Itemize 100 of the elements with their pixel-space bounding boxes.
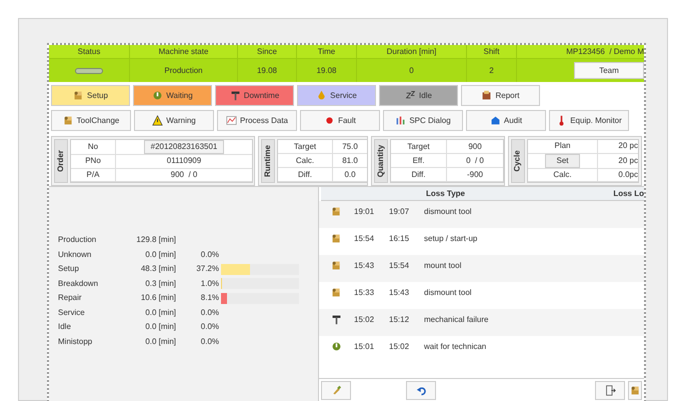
table-cell-text: dismount tool bbox=[424, 206, 473, 218]
stat-percent: 0.0% bbox=[200, 321, 220, 334]
state-button[interactable]: Idle bbox=[379, 85, 458, 106]
action-button[interactable]: Audit bbox=[466, 110, 546, 131]
table-cell-text: 15:01 bbox=[354, 341, 376, 353]
field-value: 81.0 bbox=[342, 154, 358, 166]
toolbox-icon bbox=[331, 206, 342, 217]
action-button[interactable]: Fault bbox=[300, 110, 380, 131]
state-button[interactable]: Setup bbox=[51, 85, 130, 106]
table-cell-text: 15:33 bbox=[354, 287, 376, 299]
state-button[interactable]: Report bbox=[461, 85, 540, 106]
stat-label: Unknown bbox=[58, 248, 92, 261]
team-button[interactable]: Team bbox=[574, 62, 644, 79]
field-label: P/A bbox=[86, 168, 100, 181]
bar-chart-icon bbox=[395, 115, 406, 126]
field-value: 0.0pc bbox=[618, 168, 638, 181]
stat-percent: 8.1% bbox=[200, 292, 220, 304]
status-value: 2 bbox=[489, 64, 494, 76]
table-cell-text: 15:02 bbox=[354, 314, 376, 326]
stat-label: Ministopp bbox=[58, 336, 94, 348]
toolbox-icon bbox=[331, 287, 342, 298]
table-cell-text: 15:54 bbox=[354, 233, 376, 245]
warning-icon bbox=[152, 115, 164, 126]
table-cell-text: mount tool bbox=[424, 260, 462, 272]
dot-icon bbox=[324, 115, 336, 126]
action-button[interactable]: Process Data bbox=[217, 110, 297, 131]
field-label: Calc. bbox=[553, 168, 572, 181]
table-cell-text: 15:43 bbox=[389, 287, 410, 299]
table-cell-text: 19:01 bbox=[354, 206, 376, 218]
stat-label: Idle bbox=[58, 321, 72, 334]
toolbar-button[interactable] bbox=[406, 381, 436, 400]
stat-duration: 48.3 [min] bbox=[140, 263, 176, 276]
action-button[interactable]: ToolChange bbox=[51, 110, 131, 131]
field-value: 75.0 bbox=[342, 140, 358, 152]
undo-icon bbox=[416, 385, 426, 396]
stat-percent: 0.0% bbox=[200, 336, 220, 348]
stat-duration: 0.0 [min] bbox=[144, 248, 176, 261]
oil-drop-icon bbox=[316, 90, 328, 101]
state-button[interactable]: Waiting bbox=[133, 85, 212, 106]
state-button[interactable]: Service bbox=[297, 85, 376, 106]
status-value: Production bbox=[164, 64, 203, 76]
state-button[interactable]: Downtime bbox=[215, 85, 294, 106]
field-label: PNo bbox=[85, 155, 101, 168]
stat-label: Repair bbox=[58, 292, 83, 304]
stat-percent: 0.0% bbox=[200, 248, 220, 261]
field-label: Calc. bbox=[296, 154, 314, 166]
panel-title: Order bbox=[55, 150, 66, 172]
field-value: 01110909 bbox=[166, 155, 202, 168]
stat-duration: 0.0 [min] bbox=[144, 336, 176, 348]
stat-duration: 10.6 [min] bbox=[140, 292, 176, 304]
column-header: Loss Lo bbox=[613, 188, 644, 200]
table-cell-text: wait for technican bbox=[424, 341, 488, 353]
house-icon bbox=[490, 115, 501, 126]
column-header: Loss Type bbox=[426, 188, 466, 200]
toolbox-icon bbox=[73, 90, 84, 101]
field-label: Target bbox=[294, 140, 316, 152]
table-cell-text: dismount tool bbox=[424, 287, 473, 299]
action-button[interactable]: Warning bbox=[134, 110, 214, 131]
panel-title: Cycle bbox=[512, 150, 523, 172]
stat-duration: 0.0 [min] bbox=[144, 306, 176, 319]
status-value: 0 bbox=[409, 64, 414, 76]
order-number-button[interactable]: #20120823163501 bbox=[144, 140, 224, 154]
status-value: 19.08 bbox=[256, 64, 278, 76]
toolbar-button[interactable] bbox=[628, 381, 642, 400]
field-value: 900 / 0 bbox=[170, 168, 198, 181]
stat-duration: 0.3 [min] bbox=[144, 278, 176, 290]
sleep-icon bbox=[405, 90, 416, 101]
stat-percent: 0.0% bbox=[200, 306, 220, 319]
field-value: 20 pc bbox=[618, 154, 638, 166]
table-cell-text: 16:15 bbox=[389, 233, 410, 245]
action-button[interactable]: Equip. Monitor bbox=[549, 110, 629, 131]
field-label: Diff. bbox=[298, 168, 312, 180]
exit-icon bbox=[604, 385, 616, 396]
toolbox-icon bbox=[331, 233, 342, 244]
table-cell-text: 19:07 bbox=[389, 206, 410, 218]
line-chart-icon bbox=[226, 115, 237, 126]
field-label: Eff. bbox=[412, 154, 424, 166]
toolbar-button[interactable] bbox=[595, 381, 625, 400]
table-cell-text: 15:54 bbox=[389, 260, 410, 272]
panel-title: Runtime bbox=[262, 145, 273, 177]
stat-label: Production bbox=[58, 234, 98, 246]
stat-label: Setup bbox=[58, 263, 80, 276]
status-indicator bbox=[75, 68, 103, 74]
field-value: 900 bbox=[468, 140, 482, 152]
field-label: No bbox=[88, 141, 98, 153]
stat-duration: 129.8 [min] bbox=[135, 234, 176, 246]
action-button[interactable]: SPC Dialog bbox=[383, 110, 463, 131]
field-value: -900 bbox=[466, 168, 483, 180]
field-value: 20 pc bbox=[618, 140, 638, 152]
toolbox-icon bbox=[331, 260, 342, 271]
field-value: 0.0 bbox=[344, 168, 356, 180]
set-button[interactable]: Set bbox=[545, 154, 580, 168]
panel-title: Quantity bbox=[375, 144, 386, 178]
table-cell-text: 15:43 bbox=[354, 260, 376, 272]
stat-duration: 0.0 [min] bbox=[144, 321, 176, 334]
table-cell-text: 15:12 bbox=[389, 314, 410, 326]
table-cell-text: mechanical failure bbox=[424, 314, 490, 326]
table-cell-text: 15:02 bbox=[389, 341, 410, 353]
status-value: 19.08 bbox=[316, 64, 337, 76]
table-cell-text: setup / start-up bbox=[424, 233, 478, 245]
